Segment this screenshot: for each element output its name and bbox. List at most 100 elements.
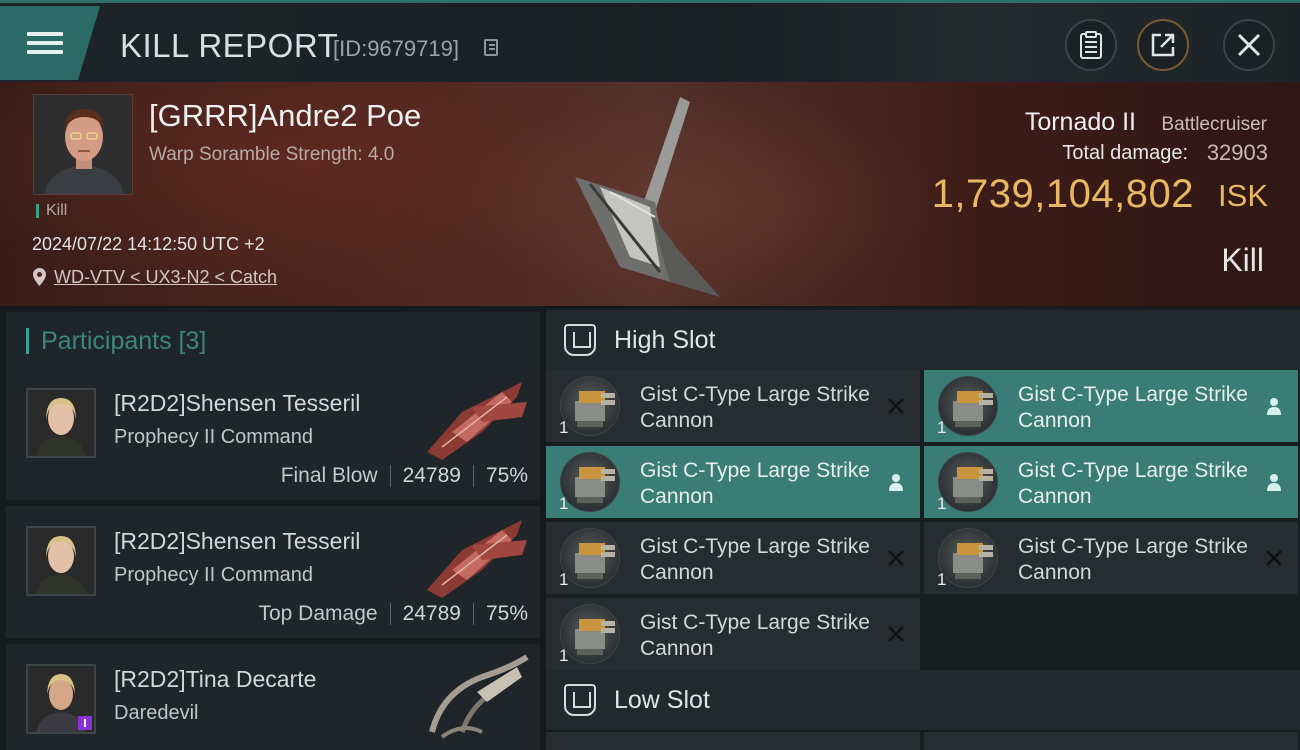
victim-ship-name: Tornado II: [1024, 108, 1136, 136]
low-slot-module[interactable]: [546, 732, 920, 750]
participant-role: Top Damage: [258, 602, 378, 625]
module-name: Gist C-Type Large Strike Cannon: [1018, 383, 1248, 432]
participant-percent: 75%: [485, 602, 528, 625]
cannon-icon: [938, 376, 998, 436]
warp-scramble-strength: Warp Soramble Strength: 4.0: [149, 144, 395, 165]
destroyed-x-icon: [888, 398, 904, 414]
module-quantity: 1: [937, 494, 947, 513]
kill-location-link[interactable]: WD-VTV < UX3-N2 < Catch: [54, 267, 277, 288]
copy-icon[interactable]: [484, 39, 498, 56]
high-slot-icon: [564, 324, 596, 356]
high-slot-module[interactable]: 1 Gist C-Type Large Strike Cannon: [546, 522, 920, 594]
module-name: Gist C-Type Large Strike Cannon: [640, 459, 870, 508]
kill-datetime: 2024/07/22 14:12:50 UTC +2: [32, 234, 265, 254]
participant-card[interactable]: [R2D2]Shensen Tesseril Prophecy II Comma…: [6, 368, 540, 500]
module-name: Gist C-Type Large Strike Cannon: [1018, 459, 1248, 508]
close-icon: [1237, 33, 1261, 57]
share-button[interactable]: [1137, 19, 1189, 71]
destroyed-x-icon: [888, 626, 904, 642]
victim-banner: [GRRR]Andre2 Poe Warp Soramble Strength:…: [0, 82, 1300, 306]
participant-avatar: [26, 526, 96, 596]
participant-name: [R2D2]Shensen Tesseril: [114, 528, 361, 554]
cannon-icon: [560, 376, 620, 436]
module-name: Gist C-Type Large Strike Cannon: [640, 535, 870, 584]
participant-damage: 24789: [402, 464, 461, 487]
person-icon: [1267, 398, 1281, 415]
destroyed-x-icon: [1266, 550, 1282, 566]
participant-damage: 24789: [402, 602, 461, 625]
participant-role: Final Blow: [280, 464, 378, 487]
participant-avatar: [26, 664, 96, 734]
cannon-icon: [560, 528, 620, 588]
participants-header[interactable]: Participants [3]: [6, 312, 540, 370]
cannon-icon: [560, 604, 620, 664]
fittings-panel: High Slot 1 Gist C-Type Large Strike Cann…: [546, 308, 1300, 750]
module-quantity: 1: [559, 418, 569, 437]
participant-percent: 75%: [485, 464, 528, 487]
participant-ship-image: [427, 520, 527, 598]
participant-card[interactable]: [R2D2]Shensen Tesseril Prophecy II Comma…: [6, 506, 540, 638]
share-icon: [1151, 33, 1175, 57]
person-icon: [889, 474, 903, 491]
victim-name[interactable]: [GRRR]Andre2 Poe: [149, 98, 421, 134]
high-slot-module[interactable]: 1 Gist C-Type Large Strike Cannon: [924, 522, 1298, 594]
module-quantity: 1: [559, 646, 569, 665]
module-quantity: 1: [937, 570, 947, 589]
high-slot-module[interactable]: 1 Gist C-Type Large Strike Cannon: [924, 370, 1298, 442]
high-slot-module[interactable]: 1 Gist C-Type Large Strike Cannon: [924, 446, 1298, 518]
participant-ship: Daredevil: [114, 702, 199, 724]
low-slot-label: Low Slot: [614, 685, 710, 714]
page-title: KILL REPORT: [120, 27, 339, 64]
cannon-icon: [938, 452, 998, 512]
header-bar: KILL REPORT [ID:9679719]: [0, 0, 1300, 82]
divider: [389, 603, 391, 625]
divider: [389, 465, 391, 487]
module-name: Gist C-Type Large Strike Cannon: [640, 611, 870, 660]
module-quantity: 1: [559, 494, 569, 513]
report-id: [ID:9679719]: [333, 36, 459, 61]
participant-ship: Prophecy II Command: [114, 564, 313, 586]
destroyed-x-icon: [888, 550, 904, 566]
clipboard-icon: [1080, 31, 1102, 59]
close-button[interactable]: [1223, 19, 1275, 71]
location-pin-icon: [33, 268, 46, 286]
module-name: Gist C-Type Large Strike Cannon: [1018, 535, 1248, 584]
total-damage-value: 32903: [1206, 140, 1268, 165]
hamburger-icon: [27, 27, 63, 59]
participants-label: Participants [3]: [41, 326, 207, 355]
participant-ship: Prophecy II Command: [114, 426, 313, 448]
high-slot-module[interactable]: 1 Gist C-Type Large Strike Cannon: [546, 446, 920, 518]
person-icon: [1267, 474, 1281, 491]
participant-ship-image: [429, 654, 529, 739]
low-slot-header: Low Slot: [546, 670, 1300, 730]
module-quantity: 1: [937, 418, 947, 437]
clipboard-button[interactable]: [1065, 19, 1117, 71]
high-slot-module[interactable]: 1 Gist C-Type Large Strike Cannon: [546, 598, 920, 670]
low-slot-icon: [564, 684, 596, 716]
low-slot-module[interactable]: [924, 732, 1298, 750]
participant-name: [R2D2]Shensen Tesseril: [114, 390, 361, 416]
kill-tag: Kill: [36, 203, 67, 219]
high-slot-label: High Slot: [614, 325, 716, 354]
participants-panel: Participants [3] [R2D2]Shensen Tesseril …: [0, 308, 540, 750]
menu-button[interactable]: [0, 6, 100, 80]
participant-avatar: [26, 388, 96, 458]
isk-unit: ISK: [1218, 178, 1268, 213]
cannon-icon: [938, 528, 998, 588]
victim-ship-image: [575, 97, 720, 297]
cannon-icon: [560, 452, 620, 512]
high-slot-module[interactable]: 1 Gist C-Type Large Strike Cannon: [546, 370, 920, 442]
total-damage-label: Total damage:: [1062, 142, 1188, 164]
participant-stats: Top Damage 24789 75%: [258, 602, 528, 626]
participant-name: [R2D2]Tina Decarte: [114, 666, 317, 692]
divider: [472, 465, 474, 487]
participant-card[interactable]: [R2D2]Tina Decarte Daredevil: [6, 644, 540, 750]
module-name: Gist C-Type Large Strike Cannon: [640, 383, 870, 432]
victim-portrait[interactable]: [33, 94, 133, 195]
isk-value: 1,739,104,802: [931, 172, 1194, 216]
divider: [472, 603, 474, 625]
accent-bar: [26, 328, 29, 354]
kill-result: Kill: [1221, 242, 1264, 278]
high-slot-header: High Slot: [546, 310, 1300, 370]
participant-ship-image: [427, 382, 527, 460]
